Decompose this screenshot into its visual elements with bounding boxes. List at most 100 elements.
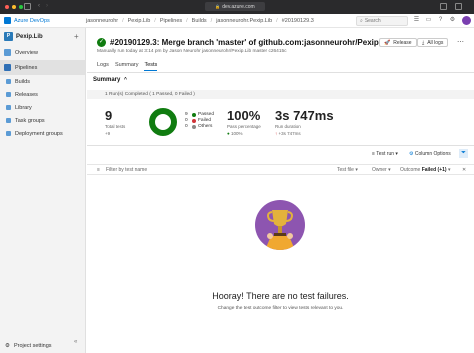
breadcrumb-pipelines[interactable]: Pipelines — [160, 18, 182, 24]
column-options-label: Column Options — [414, 151, 451, 157]
browser-window: ‹ › 🔒 dev.azure.com Azure DevOps jasonne… — [0, 0, 474, 353]
test-run-dropdown[interactable]: ≡ Test run ▾ — [372, 151, 398, 157]
clear-filter-icon[interactable]: ✕ — [462, 167, 466, 173]
address-bar[interactable]: 🔒 dev.azure.com — [205, 2, 265, 11]
app-header: Azure DevOps jasonneurohr / Pexip.Lib / … — [0, 14, 474, 28]
total-tests-value: 9 — [105, 108, 113, 123]
others-dot — [192, 125, 196, 129]
all-logs-button[interactable]: ⤓ All logs — [417, 38, 449, 47]
sidebar-item-label: Overview — [15, 49, 38, 56]
sidebar-item-label: Builds — [15, 78, 30, 85]
minimize-window-button[interactable] — [12, 5, 16, 9]
sidebar-item-label: Pipelines — [15, 64, 38, 71]
library-icon — [6, 105, 11, 110]
collapse-sidebar-icon[interactable]: « — [74, 339, 77, 345]
tab-tests[interactable]: Tests — [144, 62, 158, 71]
total-tests-metric: 9 Total tests +9 — [105, 108, 125, 136]
test-name-filter[interactable]: Filter by test name — [106, 167, 147, 173]
sidebar-item-task-groups[interactable]: Task groups — [0, 114, 85, 127]
bag-icon[interactable]: ▭ — [425, 17, 432, 24]
sidebar-item-label: Deployment groups — [15, 130, 63, 137]
more-actions-icon[interactable]: ⋯ — [457, 38, 464, 46]
gear-icon: ⚙ — [5, 343, 10, 349]
tab-bar: Logs Summary Tests — [97, 62, 158, 71]
breadcrumb-separator: / — [186, 17, 188, 24]
address-text: dev.azure.com — [222, 3, 255, 10]
pass-percentage-metric: 100% Pass percentage ● 100% — [227, 108, 261, 136]
azure-devops-logo[interactable]: Azure DevOps — [4, 17, 86, 24]
sidebar-item-overview[interactable]: Overview — [0, 45, 85, 60]
duration-delta-text: +3s 747ms — [278, 131, 301, 136]
share-icon[interactable] — [440, 3, 447, 10]
back-icon[interactable]: ‹ — [38, 3, 45, 10]
trophy-illustration — [255, 200, 305, 250]
chevron-down-icon: ▾ — [395, 151, 398, 157]
zoom-window-button[interactable] — [19, 5, 23, 9]
breadcrumb-project[interactable]: Pexip.Lib — [128, 18, 151, 24]
filter-lines-icon: ≡ — [372, 151, 375, 157]
chevron-down-icon: ▾ — [355, 167, 358, 173]
columns-icon: ⚙ — [409, 151, 414, 157]
all-logs-label: All logs — [427, 39, 444, 46]
trophy-icon — [265, 210, 295, 250]
empty-state-heading: Hooray! There are no test failures. — [212, 291, 349, 301]
legend-others: 0 Others — [185, 124, 214, 130]
empty-state-message: Change the test outcome filter to view t… — [217, 306, 344, 311]
success-check-icon: ● — [227, 131, 230, 136]
task-groups-icon — [6, 118, 11, 123]
breadcrumb-org[interactable]: jasonneurohr — [86, 18, 118, 24]
pass-percentage-delta: ● 100% — [227, 131, 261, 136]
legend-count: 0 — [185, 124, 188, 129]
pass-delta-text: 100% — [230, 131, 243, 136]
release-button[interactable]: 🚀 Release — [379, 38, 417, 47]
test-file-filter[interactable]: Test file ▾ — [337, 167, 358, 173]
project-header[interactable]: P Pexip.Lib — [0, 28, 85, 45]
failed-dot — [192, 119, 196, 123]
main-content: ✓ #20190129.3: Merge branch 'master' of … — [87, 28, 474, 353]
owner-label: Owner — [372, 167, 387, 173]
user-settings-icon[interactable]: ⚙ — [449, 17, 456, 24]
filter-lines-icon: ≡ — [97, 167, 100, 173]
search-box[interactable]: ⌕ Search — [356, 16, 408, 26]
test-run-label: Test run — [376, 151, 395, 157]
project-settings-label: Project settings — [13, 343, 52, 349]
add-icon[interactable]: + — [74, 32, 79, 41]
breadcrumb-builds[interactable]: Builds — [192, 18, 207, 24]
sidebar-item-library[interactable]: Library — [0, 101, 85, 114]
increase-icon: ↑ — [275, 131, 278, 136]
passed-segment — [149, 108, 177, 136]
owner-filter[interactable]: Owner ▾ — [372, 167, 391, 173]
sidebar-item-label: Library — [15, 104, 32, 111]
test-file-label: Test file — [337, 167, 354, 173]
avatar[interactable] — [462, 16, 471, 25]
sidebar-item-deployment-groups[interactable]: Deployment groups — [0, 127, 85, 140]
pipelines-icon — [4, 64, 11, 71]
summary-section-toggle[interactable]: Summary ^ — [93, 77, 127, 83]
breadcrumb-run[interactable]: #20190129.3 — [282, 18, 314, 24]
azure-devops-icon — [4, 17, 11, 24]
sidebar-item-pipelines[interactable]: Pipelines — [0, 60, 85, 75]
column-options-button[interactable]: ⚙ Column Options — [409, 151, 451, 157]
project-badge: P — [4, 32, 13, 41]
project-name: Pexip.Lib — [16, 33, 43, 40]
lock-icon: 🔒 — [215, 4, 221, 9]
help-icon[interactable]: ? — [437, 17, 444, 24]
breadcrumb-definition[interactable]: jasonneurohr.Pexip.Lib — [216, 18, 272, 24]
tab-summary[interactable]: Summary — [115, 62, 139, 71]
builds-icon — [6, 79, 11, 84]
outcome-filter[interactable]: Outcome Failed (+1) ▾ — [400, 167, 450, 173]
sidebar-toggle-icon[interactable] — [24, 3, 31, 10]
pass-percentage-value: 100% — [227, 108, 261, 123]
tabs-icon[interactable] — [455, 3, 462, 10]
tab-logs[interactable]: Logs — [97, 62, 109, 71]
filter-icon[interactable]: ⏷ — [459, 149, 468, 158]
test-outcome-donut — [149, 108, 177, 136]
success-check-icon: ✓ — [97, 38, 106, 47]
sidebar-item-builds[interactable]: Builds — [0, 75, 85, 88]
list-icon[interactable]: ☰ — [413, 17, 420, 24]
outcome-value: Failed (+1) — [421, 167, 447, 173]
forward-icon[interactable]: › — [46, 3, 53, 10]
sidebar: P Pexip.Lib + Overview Pipelines Builds … — [0, 28, 86, 353]
close-window-button[interactable] — [5, 5, 9, 9]
sidebar-item-releases[interactable]: Releases — [0, 88, 85, 101]
